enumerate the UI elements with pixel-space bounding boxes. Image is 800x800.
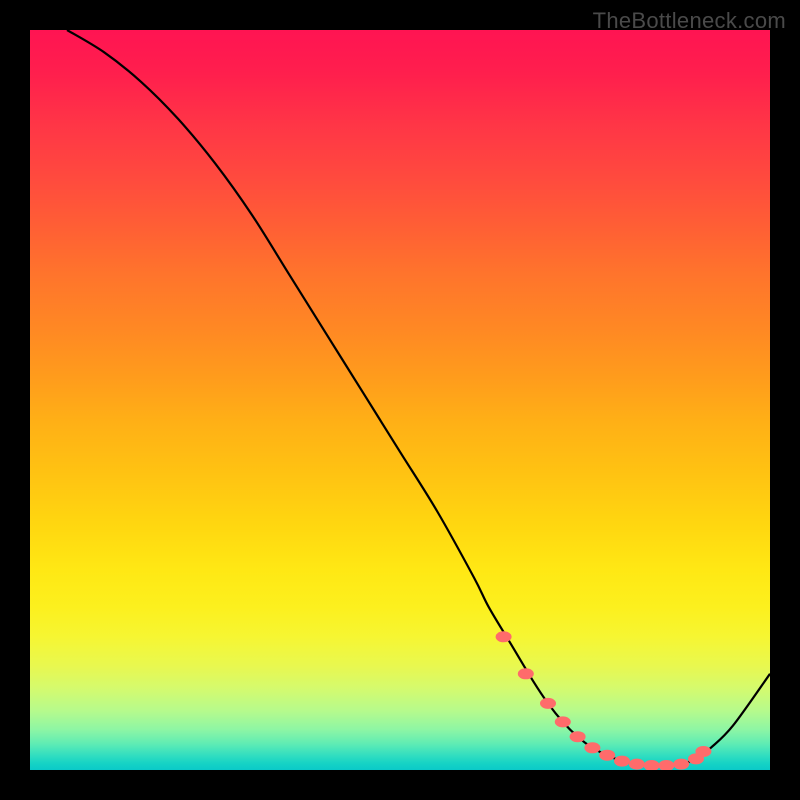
marker-dot	[658, 760, 674, 770]
marker-dot	[614, 756, 630, 767]
marker-dot	[629, 759, 645, 770]
watermark-text: TheBottleneck.com	[593, 8, 786, 34]
bottleneck-curve-path	[67, 30, 770, 766]
marker-dot	[540, 698, 556, 709]
marker-dots	[496, 631, 712, 770]
marker-dot	[555, 716, 571, 727]
marker-dot	[644, 760, 660, 770]
curve-svg	[30, 30, 770, 770]
marker-dot	[584, 742, 600, 753]
marker-dot	[695, 746, 711, 757]
marker-dot	[518, 668, 534, 679]
marker-dot	[599, 750, 615, 761]
marker-dot	[570, 731, 586, 742]
marker-dot	[496, 631, 512, 642]
marker-dot	[673, 759, 689, 770]
chart-plot-area	[30, 30, 770, 770]
